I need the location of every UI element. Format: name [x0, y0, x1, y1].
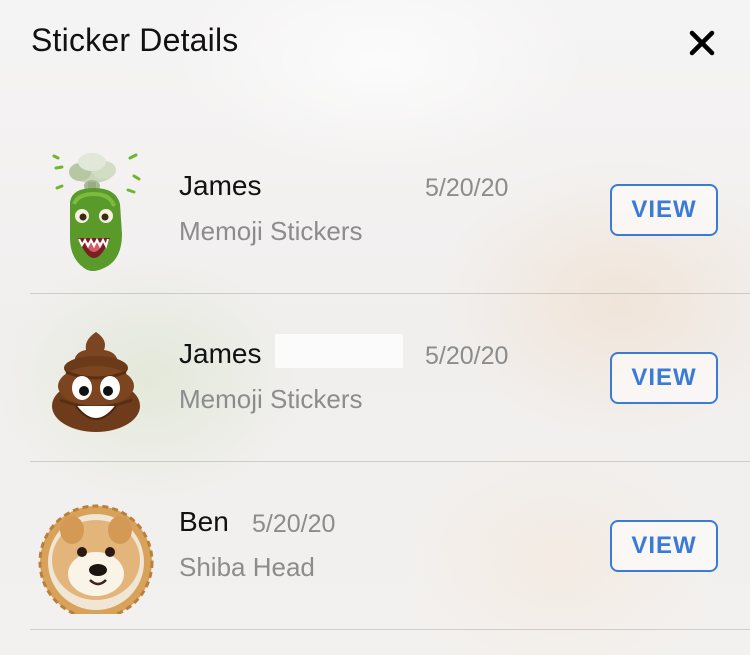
- view-button[interactable]: VIEW: [610, 352, 718, 404]
- sticker-date: 5/20/20: [252, 510, 336, 538]
- page-title: Sticker Details: [31, 22, 239, 58]
- close-icon[interactable]: [685, 26, 719, 60]
- list-item: James 5/20/20 Memoji Stickers VIEW: [0, 126, 750, 294]
- view-button[interactable]: VIEW: [610, 520, 718, 572]
- sticker-date: 5/20/20: [425, 342, 509, 370]
- dinosaur-sticker-icon[interactable]: [38, 142, 154, 278]
- list-item: Ben 5/20/20 Shiba Head VIEW: [0, 462, 750, 630]
- sticker-pack-name: Memoji Stickers: [179, 216, 363, 246]
- row-divider: [30, 629, 750, 630]
- sender-name: Ben: [179, 506, 229, 537]
- poop-sticker-icon[interactable]: [38, 310, 154, 446]
- sticker-pack-name: Memoji Stickers: [179, 384, 363, 414]
- sticker-date: 5/20/20: [425, 174, 509, 202]
- sender-name: James: [179, 170, 262, 201]
- sheet-header: Sticker Details: [0, 0, 750, 90]
- view-button[interactable]: VIEW: [610, 184, 718, 236]
- sticker-pack-name: Shiba Head: [179, 552, 315, 582]
- list-item: James 5/20/20 Memoji Stickers VIEW: [0, 294, 750, 462]
- sticker-details-sheet: Sticker Details James 5/20/20 Memoji Sti…: [0, 0, 750, 655]
- sender-name: James: [179, 338, 262, 369]
- redacted-region: [275, 334, 403, 368]
- shiba-head-sticker-icon[interactable]: [38, 478, 154, 620]
